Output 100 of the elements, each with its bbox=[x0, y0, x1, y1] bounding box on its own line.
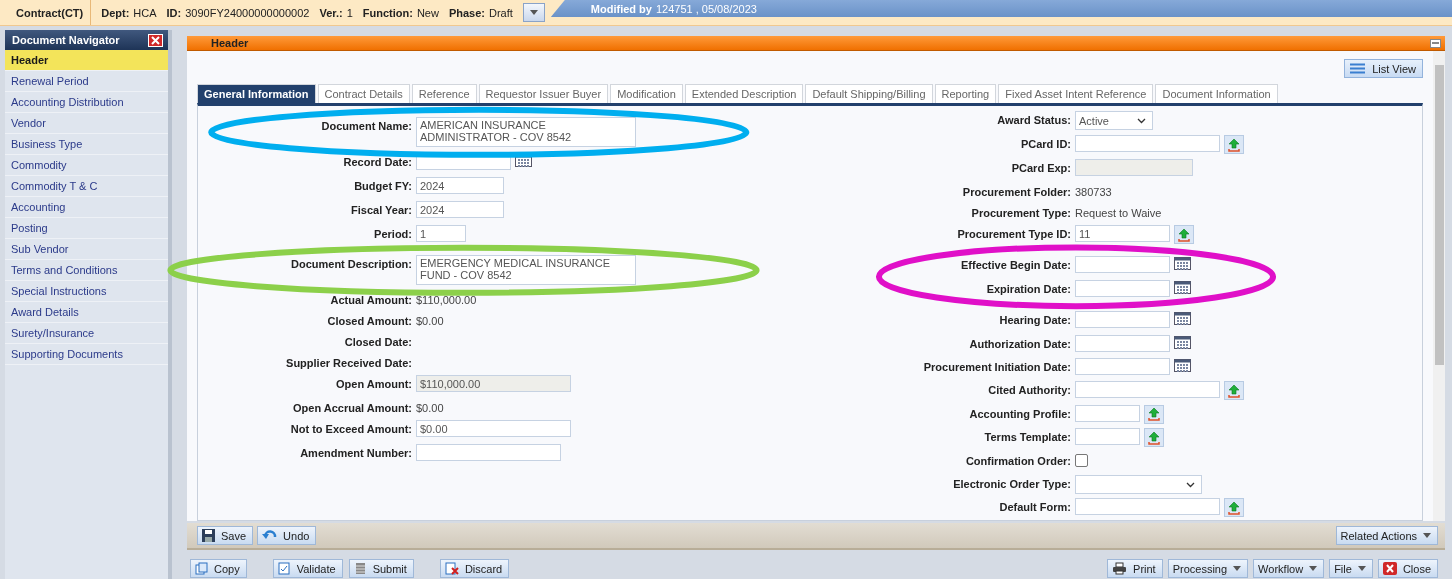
action-button[interactable]: Validate bbox=[272, 559, 343, 578]
tab[interactable]: Contract Details bbox=[317, 84, 410, 104]
select-field[interactable] bbox=[1075, 475, 1202, 494]
field-label: Procurement Initiation Date: bbox=[922, 360, 1071, 375]
printer-icon bbox=[1112, 562, 1128, 575]
upload-arrow-icon bbox=[1147, 407, 1161, 422]
lookup-field[interactable] bbox=[1075, 428, 1140, 446]
action-button[interactable]: Close bbox=[1377, 559, 1438, 578]
lookup-field[interactable] bbox=[1075, 404, 1140, 422]
field-label: Budget FY: bbox=[353, 179, 412, 194]
text-area[interactable]: AMERICAN INSURANCE ADMINISTRATOR - COV 8542 bbox=[416, 117, 636, 148]
field-label: Document Description: bbox=[290, 257, 412, 272]
caret-icon bbox=[1233, 566, 1242, 571]
field-label: Authorization Date: bbox=[968, 336, 1071, 351]
input-field[interactable]: $0.00 bbox=[416, 420, 571, 438]
lookup-field[interactable]: 11 bbox=[1075, 225, 1170, 243]
field-label: Procurement Type: bbox=[970, 206, 1071, 221]
upload-arrow-icon bbox=[1147, 430, 1161, 445]
text-area[interactable]: EMERGENCY MEDICAL INSURANCE FUND - COV 8542 bbox=[416, 255, 636, 286]
info-value: 3090FY24000000000002 bbox=[185, 6, 310, 19]
field-label: Not to Exceed Amount: bbox=[289, 422, 412, 437]
field-label: Actual Amount: bbox=[329, 293, 412, 308]
tab[interactable]: Fixed Asset Intent Reference bbox=[998, 84, 1154, 104]
lookup-button[interactable] bbox=[1224, 498, 1244, 518]
caret-icon bbox=[1423, 533, 1431, 539]
tab[interactable]: Extended Description bbox=[684, 84, 804, 104]
field-label: Confirmation Order: bbox=[964, 453, 1071, 468]
tab[interactable]: Requestor Issuer Buyer bbox=[478, 84, 609, 104]
field-label: Terms Template: bbox=[983, 430, 1071, 445]
info-value: Draft bbox=[489, 6, 513, 19]
lookup-button[interactable] bbox=[1224, 135, 1244, 155]
navigator-title: Document Navigator bbox=[12, 34, 120, 46]
field-value: $0.00 bbox=[416, 401, 444, 415]
tab[interactable]: Default Shipping/Billing bbox=[805, 84, 933, 104]
menu-button[interactable]: Related Actions bbox=[1335, 526, 1438, 546]
field-label: Fiscal Year: bbox=[350, 203, 412, 218]
input-field[interactable]: 2024 bbox=[416, 201, 504, 219]
field-value: $110,000.00 bbox=[416, 293, 477, 307]
action-button[interactable]: Print bbox=[1107, 559, 1163, 578]
field-label: Award Status: bbox=[996, 113, 1071, 128]
tab[interactable]: Document Information bbox=[1155, 84, 1278, 104]
input-field[interactable] bbox=[416, 444, 561, 462]
action-button[interactable]: Copy bbox=[190, 559, 247, 578]
input-field[interactable]: 2024 bbox=[416, 177, 504, 195]
list-view-button[interactable]: List View bbox=[1344, 59, 1423, 79]
navigator-item[interactable]: Header bbox=[5, 50, 168, 71]
field-label: Open Accrual Amount: bbox=[292, 401, 412, 416]
lookup-button[interactable] bbox=[1144, 404, 1164, 424]
info-label: ID: bbox=[166, 6, 182, 19]
tab[interactable]: Modification bbox=[610, 84, 683, 104]
action-button[interactable]: Submit bbox=[348, 559, 414, 578]
tab[interactable]: Reference bbox=[411, 84, 477, 104]
window-icon[interactable] bbox=[1430, 38, 1441, 48]
action-button[interactable]: Save bbox=[197, 526, 254, 546]
caret-icon bbox=[1309, 566, 1318, 571]
menu-button[interactable]: File bbox=[1329, 559, 1373, 578]
stack-icon bbox=[353, 562, 367, 575]
date-field[interactable] bbox=[1075, 334, 1170, 352]
field-label: Supplier Received Date: bbox=[285, 356, 412, 371]
chevron-down-icon bbox=[1137, 117, 1146, 124]
field-value: 380733 bbox=[1075, 185, 1112, 199]
date-field[interactable] bbox=[1075, 311, 1170, 329]
lookup-button[interactable] bbox=[1144, 428, 1164, 448]
menu-button[interactable]: Processing bbox=[1167, 559, 1249, 578]
action-button[interactable]: Discard bbox=[439, 559, 510, 578]
dropdown-button[interactable] bbox=[522, 3, 545, 22]
tab[interactable]: General Information bbox=[197, 84, 316, 104]
field-label: Expiration Date: bbox=[985, 282, 1071, 297]
select-field[interactable]: Active bbox=[1075, 111, 1153, 131]
lookup-field[interactable] bbox=[1075, 381, 1220, 399]
input-field[interactable]: 1 bbox=[416, 225, 466, 243]
checkbox[interactable] bbox=[1075, 453, 1088, 467]
lookup-field[interactable] bbox=[1075, 498, 1220, 516]
field-label: Effective Begin Date: bbox=[959, 258, 1071, 273]
date-field[interactable] bbox=[1075, 256, 1170, 274]
lookup-button[interactable] bbox=[1224, 381, 1244, 401]
date-field[interactable] bbox=[1075, 358, 1170, 376]
panel-title: Header bbox=[211, 37, 249, 50]
upload-arrow-icon bbox=[1177, 227, 1191, 242]
scrollbar[interactable] bbox=[1433, 51, 1445, 522]
modified-label: Modified by bbox=[590, 2, 652, 15]
menu-button[interactable]: Workflow bbox=[1253, 559, 1325, 578]
list-icon bbox=[1350, 63, 1366, 75]
field-label: Procurement Type ID: bbox=[956, 227, 1071, 242]
modified-value: 124751 , 05/08/2023 bbox=[655, 2, 757, 15]
lookup-button[interactable] bbox=[1174, 225, 1194, 245]
caret-icon bbox=[529, 10, 538, 15]
lookup-field[interactable] bbox=[1075, 135, 1220, 153]
field-label: Open Amount: bbox=[335, 377, 412, 392]
document-icon bbox=[195, 562, 208, 575]
chevron-down-icon bbox=[1186, 481, 1195, 488]
field-label: PCard Exp: bbox=[1010, 161, 1071, 176]
date-field[interactable] bbox=[1075, 280, 1170, 298]
field-label: Electronic Order Type: bbox=[952, 477, 1071, 491]
close-button[interactable] bbox=[148, 33, 163, 47]
tab[interactable]: Reporting bbox=[934, 84, 997, 104]
action-button[interactable]: Undo bbox=[257, 526, 317, 546]
field-label: Amendment Number: bbox=[299, 446, 412, 461]
field-label: Hearing Date: bbox=[998, 313, 1071, 328]
close-icon bbox=[151, 35, 160, 45]
